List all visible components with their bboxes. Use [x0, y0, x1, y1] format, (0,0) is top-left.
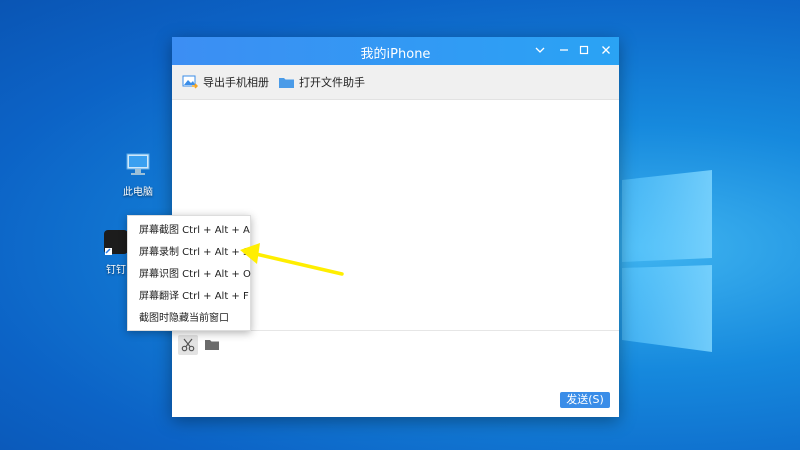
- window-title: 我的iPhone: [360, 47, 431, 62]
- menu-item-screen-translate[interactable]: 屏幕翻译 Ctrl + Alt + F: [128, 286, 250, 308]
- scissors-icon[interactable]: [178, 335, 198, 355]
- send-button[interactable]: 发送(S): [560, 392, 610, 408]
- chevron-down-icon[interactable]: [530, 41, 550, 61]
- title-bar[interactable]: 我的iPhone: [172, 37, 619, 65]
- export-album-label: 导出手机相册: [203, 76, 269, 89]
- computer-icon: [126, 153, 150, 175]
- menu-item-screenshot[interactable]: 屏幕截图 Ctrl + Alt + A: [128, 220, 250, 242]
- desktop-icon-label: 此电脑: [123, 187, 153, 198]
- menu-item-screen-recognize[interactable]: 屏幕识图 Ctrl + Alt + O: [128, 264, 251, 286]
- photo-export-icon: [182, 75, 198, 89]
- menu-item-hide-window[interactable]: 截图时隐藏当前窗口: [128, 308, 250, 330]
- input-toolbar: [172, 331, 619, 359]
- export-album-button[interactable]: 导出手机相册: [182, 74, 269, 90]
- app-shortcut-icon: [104, 230, 128, 255]
- folder-icon[interactable]: [202, 335, 222, 355]
- open-file-helper-label: 打开文件助手: [299, 76, 365, 89]
- maximize-icon[interactable]: [574, 41, 594, 61]
- folder-icon: [279, 78, 294, 88]
- menu-item-screen-record[interactable]: 屏幕录制 Ctrl + Alt + S: [128, 242, 250, 264]
- toolbar: 导出手机相册 打开文件助手: [172, 65, 619, 100]
- desktop-icon-this-pc[interactable]: 此电脑: [108, 152, 168, 198]
- open-file-helper-button[interactable]: 打开文件助手: [279, 74, 365, 90]
- screenshot-context-menu: 屏幕截图 Ctrl + Alt + A 屏幕录制 Ctrl + Alt + S …: [127, 215, 251, 331]
- close-icon[interactable]: [596, 41, 616, 61]
- minimize-icon[interactable]: [554, 41, 574, 61]
